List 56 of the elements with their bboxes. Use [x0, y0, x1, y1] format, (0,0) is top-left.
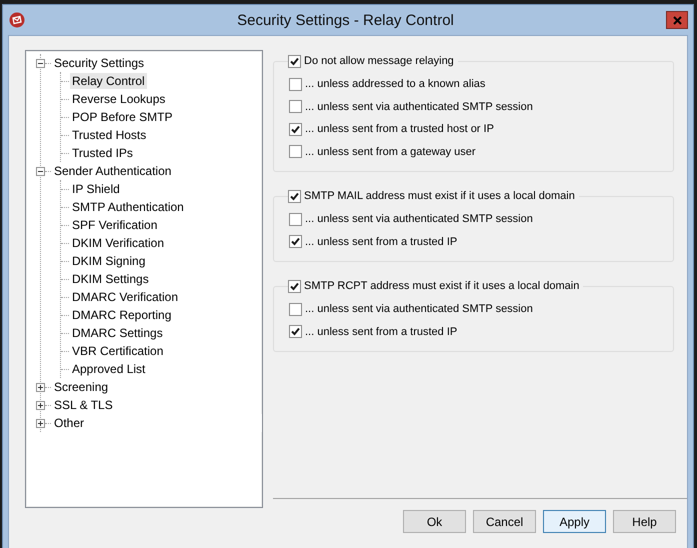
checkbox[interactable] [288, 280, 301, 292]
checkbox-label: SMTP RCPT address must exist if it uses a local domain [304, 280, 580, 292]
checkbox[interactable] [289, 302, 302, 316]
checkbox-label: ... unless sent from a gateway user [305, 146, 476, 158]
tree-item[interactable]: DMARC Reporting [70, 307, 174, 323]
plus-box-icon[interactable] [36, 382, 45, 392]
dialog-button[interactable]: Help [613, 510, 676, 533]
checkbox[interactable] [289, 212, 302, 226]
tree-item[interactable]: SPF Verification [70, 217, 160, 233]
tree-item[interactable]: Other [52, 415, 86, 431]
minus-box-icon[interactable] [36, 58, 45, 68]
close-button[interactable] [666, 11, 688, 29]
tree-item[interactable]: DMARC Verification [70, 289, 180, 305]
tree-item[interactable]: DKIM Verification [70, 235, 166, 251]
tree-item[interactable]: IP Shield [70, 181, 122, 197]
dialog-button[interactable]: Ok [403, 510, 466, 533]
checkbox[interactable] [289, 122, 302, 136]
tree-item[interactable]: DMARC Settings [70, 325, 165, 341]
tree-item[interactable]: Relay Control [70, 73, 147, 89]
tree-item[interactable]: Approved List [70, 361, 148, 377]
tree-item[interactable]: Trusted IPs [70, 145, 135, 161]
checkbox-label: ... unless sent via authenticated SMTP session [305, 213, 533, 226]
plus-box-icon[interactable] [36, 418, 45, 428]
checkbox-label: ... unless addressed to a known alias [305, 78, 486, 90]
tree-item[interactable]: SSL & TLS [52, 397, 115, 413]
tree-item[interactable]: Security Settings [52, 55, 146, 71]
tree-item[interactable]: Sender Authentication [52, 163, 174, 179]
checkbox[interactable] [289, 145, 302, 158]
checkbox[interactable] [289, 325, 302, 338]
checkbox-label: ... unless sent from a trusted host or IP [305, 123, 494, 136]
tree-item[interactable]: Trusted Hosts [70, 127, 148, 143]
dialog-button[interactable]: Apply [543, 510, 606, 533]
window-title: Security Settings - Relay Control [236, 12, 455, 28]
tree-item[interactable]: SMTP Authentication [70, 199, 186, 215]
checkbox[interactable] [289, 78, 302, 91]
envelope-icon [9, 12, 25, 28]
checkbox[interactable] [288, 190, 301, 202]
tree-item[interactable]: VBR Certification [70, 343, 166, 359]
tree-item[interactable]: DKIM Signing [70, 253, 148, 269]
tree-item[interactable]: Reverse Lookups [70, 91, 168, 107]
checkbox-label: ... unless sent from a trusted IP [305, 236, 458, 248]
checkbox-label: SMTP MAIL address must exist if it uses a local domain [304, 190, 575, 202]
checkbox-label: ... unless sent via authenticated SMTP session [305, 303, 533, 316]
checkbox-label: Do not allow message relaying [304, 55, 454, 67]
plus-box-icon[interactable] [36, 400, 45, 410]
checkbox[interactable] [289, 100, 302, 114]
checkbox-label: ... unless sent via authenticated SMTP session [305, 100, 533, 113]
tree-item[interactable]: Screening [52, 379, 110, 395]
dialog-button[interactable]: Cancel [473, 510, 536, 533]
checkbox-label: ... unless sent from a trusted IP [305, 326, 458, 338]
checkbox[interactable] [288, 54, 301, 68]
minus-box-icon[interactable] [36, 166, 45, 176]
checkbox[interactable] [289, 235, 302, 248]
close-icon [672, 16, 682, 24]
tree-item[interactable]: POP Before SMTP [70, 109, 174, 125]
tree-item[interactable]: DKIM Settings [70, 271, 151, 287]
